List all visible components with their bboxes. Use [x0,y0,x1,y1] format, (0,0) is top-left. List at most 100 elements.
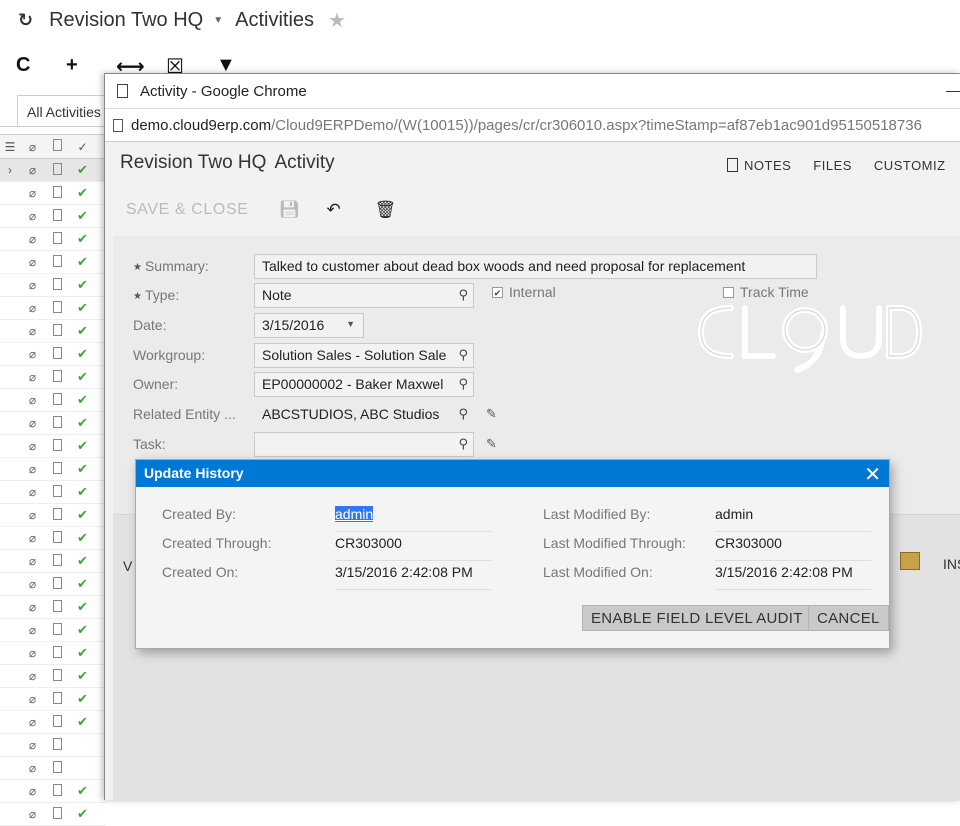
note-icon[interactable] [45,622,70,638]
note-icon[interactable] [45,714,70,730]
table-row[interactable]: ⌀ ✔ [0,435,106,458]
task-selector[interactable]: ⚲ [254,432,474,457]
attachment-icon[interactable]: ⌀ [20,416,45,430]
minimize-icon[interactable]: — [946,82,960,98]
attachment-icon[interactable]: ⌀ [20,186,45,200]
created-by-value[interactable]: admin [335,506,491,532]
tab-partial-label[interactable]: V [123,558,132,574]
table-row[interactable]: ⌀ ✔ [0,412,106,435]
note-icon[interactable] [45,231,70,247]
created-on-value[interactable]: 3/15/2016 2:42:08 PM [335,564,491,590]
note-icon[interactable] [45,576,70,592]
summary-input[interactable]: Talked to customer about dead box woods … [254,254,817,279]
table-row[interactable]: ⌀ ✔ [0,596,106,619]
table-row[interactable]: ⌀ ✔ [0,481,106,504]
note-icon[interactable] [45,438,70,454]
attachment-icon[interactable]: ⌀ [20,301,45,315]
attachment-icon[interactable]: ⌀ [20,577,45,591]
table-row[interactable]: ⌀ ✔ [0,343,106,366]
refresh-button[interactable]: C [16,54,66,79]
attachment-icon[interactable]: ⌀ [20,600,45,614]
related-entity-selector[interactable]: ABCSTUDIOS, ABC Studios ⚲ [254,402,474,427]
note-icon[interactable] [45,208,70,224]
attachment-icon[interactable]: ⌀ [20,715,45,729]
attachment-icon[interactable]: ⌀ [20,784,45,798]
attachment-icon[interactable]: ⌀ [20,347,45,361]
table-row[interactable]: ⌀ ✔ [0,688,106,711]
attachment-icon[interactable]: ⌀ [20,807,45,821]
workgroup-selector[interactable]: Solution Sales - Solution Sale ⚲ [254,343,474,368]
trash-icon[interactable]: 🗑︎ [375,200,423,220]
note-icon[interactable] [45,323,70,339]
enable-field-audit-button[interactable]: ENABLE FIELD LEVEL AUDIT [582,605,812,631]
table-row[interactable]: ⌀ ✔ [0,803,106,826]
note-icon[interactable] [45,254,70,270]
last-modified-on-value[interactable]: 3/15/2016 2:42:08 PM [715,564,871,590]
note-icon[interactable] [45,162,70,178]
table-row[interactable]: ⌀ ✔ [0,642,106,665]
created-through-value[interactable]: CR303000 [335,535,491,561]
attachment-icon[interactable]: ⌀ [20,692,45,706]
table-row[interactable]: ⌀ ✔ [0,366,106,389]
attachment-icon[interactable]: ⌀ [20,508,45,522]
attachment-icon[interactable]: ⌀ [20,761,45,775]
note-icon[interactable] [45,277,70,293]
save-close-button[interactable]: SAVE & CLOSE [126,201,249,219]
attachment-icon[interactable]: ⌀ [20,232,45,246]
page-info-icon[interactable] [113,118,123,132]
attachment-icon[interactable]: ⌀ [20,278,45,292]
note-icon[interactable] [45,185,70,201]
table-row[interactable]: ⌀ ✔ [0,389,106,412]
note-icon[interactable] [45,553,70,569]
note-icon[interactable] [45,392,70,408]
pencil-icon[interactable]: ✎ [486,436,497,452]
owner-selector[interactable]: EP00000002 - Baker Maxwel ⚲ [254,372,474,397]
attachment-icon[interactable]: ⌀ [20,163,45,177]
last-modified-through-value[interactable]: CR303000 [715,535,871,561]
note-icon[interactable] [45,346,70,362]
note-icon[interactable] [45,783,70,799]
note-icon[interactable] [45,369,70,385]
table-row[interactable]: ⌀ ✔ [0,274,106,297]
table-row[interactable]: ⌀ ✔ [0,228,106,251]
chevron-down-icon[interactable]: ▼ [213,15,223,26]
note-icon[interactable] [45,668,70,684]
calendar-icon[interactable] [900,552,920,570]
note-icon[interactable] [45,530,70,546]
table-row[interactable]: ⌀ [0,757,106,780]
table-row[interactable]: ⌀ ✔ [0,619,106,642]
close-icon[interactable]: ✕ [864,462,881,487]
files-link[interactable]: FILES [813,158,852,173]
table-row[interactable]: ⌀ ✔ [0,550,106,573]
table-row[interactable]: › ⌀ ✔ [0,159,106,182]
date-picker[interactable]: 3/15/2016 ▼ [254,313,364,338]
note-icon[interactable] [45,737,70,753]
table-row[interactable]: ⌀ [0,734,106,757]
cancel-button[interactable]: CANCEL [808,605,889,631]
attachment-icon[interactable]: ⌀ [20,531,45,545]
save-icon[interactable]: 💾︎ [279,200,327,220]
attachment-icon[interactable]: ⌀ [20,485,45,499]
attachment-icon[interactable]: ⌀ [20,370,45,384]
note-icon[interactable] [45,645,70,661]
attachment-icon[interactable]: ⌀ [20,669,45,683]
table-row[interactable]: ⌀ ✔ [0,297,106,320]
customize-link[interactable]: CUSTOMIZ [874,158,946,173]
notes-link[interactable]: NOTES [727,158,791,173]
table-row[interactable]: ⌀ ✔ [0,665,106,688]
table-row[interactable]: ⌀ ✔ [0,458,106,481]
refresh-icon[interactable]: ↻ [18,10,33,31]
note-icon[interactable] [45,484,70,500]
pencil-icon[interactable]: ✎ [486,406,497,422]
note-icon[interactable] [45,300,70,316]
row-selector-icon[interactable]: › [0,163,20,177]
table-row[interactable]: ⌀ ✔ [0,573,106,596]
note-icon[interactable] [45,507,70,523]
internal-checkbox[interactable]: ✔ Internal [492,284,556,300]
row-settings-icon[interactable]: ☰ [0,140,20,154]
type-selector[interactable]: Note ⚲ [254,283,474,308]
last-modified-by-value[interactable]: admin [715,506,871,532]
note-icon[interactable] [45,599,70,615]
table-row[interactable]: ⌀ ✔ [0,182,106,205]
note-icon[interactable] [45,760,70,776]
